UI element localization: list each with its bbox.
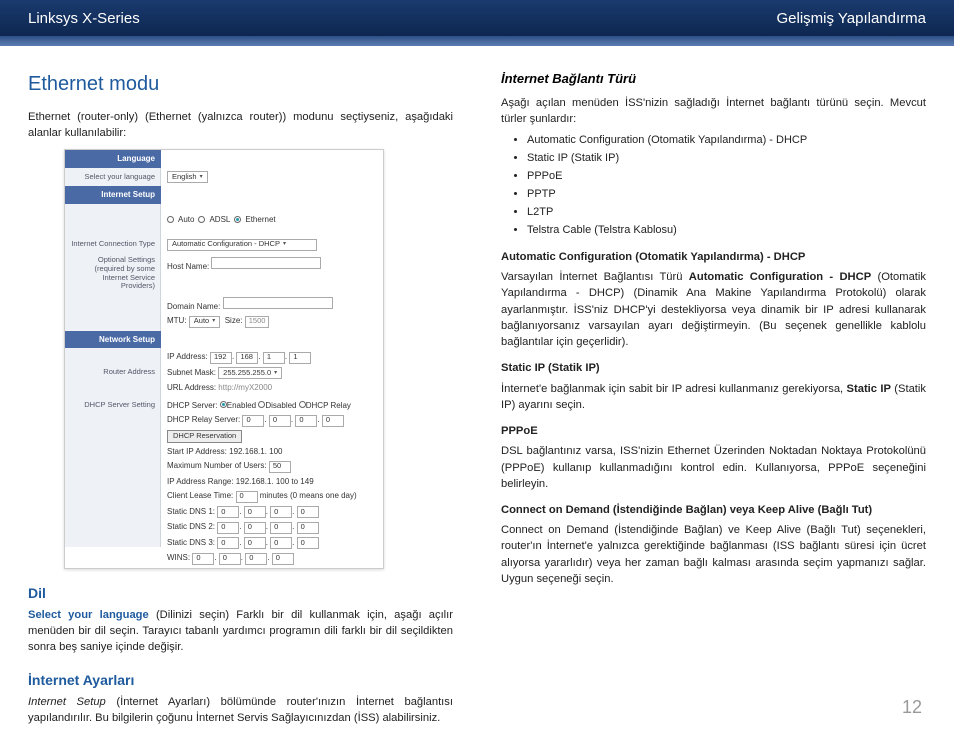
radio-adsl[interactable] [198, 216, 205, 223]
language-select[interactable]: English [167, 171, 208, 183]
cod-body: Connect on Demand (İstendiğinde Bağlan) … [501, 522, 926, 587]
domain-input[interactable] [223, 297, 333, 309]
radio-relay[interactable] [299, 401, 306, 408]
shot-netsetup-h: Network Setup [65, 331, 161, 349]
header-band [0, 36, 954, 46]
pppoe-h: PPPoE [501, 423, 926, 439]
wins-b[interactable]: 0 [219, 553, 241, 565]
dhcp-body: Varsayılan İnternet Bağlantısı Türü Auto… [501, 269, 926, 350]
ip-b[interactable]: 168 [236, 352, 258, 364]
right-intro: Aşağı açılan menüden İSS'nizin sağladığı… [501, 95, 926, 127]
list-item: Telstra Cable (Telstra Kablosu) [527, 223, 926, 239]
shot-lang-h: Language [65, 150, 161, 168]
shot-raddr: Router Address [65, 348, 161, 396]
shot-conn-type [65, 204, 161, 236]
mtu-select[interactable]: Auto [189, 316, 220, 328]
static-body: İnternet'e bağlanmak için sabit bir IP a… [501, 381, 926, 413]
dil-body: Select your language (Dilinizi seçin) Fa… [28, 607, 453, 656]
list-item: L2TP [527, 205, 926, 221]
dil-lead: Select your language [28, 609, 149, 621]
shot-ict-label: Internet Connection Type [65, 236, 161, 254]
static-h: Static IP (Statik IP) [501, 360, 926, 376]
net-lead: Internet Setup [28, 696, 106, 708]
dns3-b[interactable]: 0 [244, 537, 266, 549]
wins-d[interactable]: 0 [272, 553, 294, 565]
dns2-a[interactable]: 0 [217, 522, 239, 534]
dns2-b[interactable]: 0 [244, 522, 266, 534]
list-item: PPPoE [527, 169, 926, 185]
shot-sel-lang: Select your language [65, 168, 161, 186]
dil-heading: Dil [28, 583, 453, 603]
list-item: PPTP [527, 187, 926, 203]
dns1-d[interactable]: 0 [297, 506, 319, 518]
shot-opt: Optional Settings (required by some Inte… [65, 254, 161, 294]
content: Ethernet modu Ethernet (router-only) (Et… [0, 46, 954, 732]
list-item: Automatic Configuration (Otomatik Yapıla… [527, 133, 926, 149]
dns1-a[interactable]: 0 [217, 506, 239, 518]
conn-type-select[interactable]: Automatic Configuration - DHCP [167, 239, 317, 251]
ip-a[interactable]: 192 [210, 352, 232, 364]
wins-c[interactable]: 0 [245, 553, 267, 565]
page-header: Linksys X-Series Gelişmiş Yapılandırma [0, 0, 954, 36]
dns2-d[interactable]: 0 [297, 522, 319, 534]
dns3-d[interactable]: 0 [297, 537, 319, 549]
radio-auto[interactable] [167, 216, 174, 223]
page-number: 12 [902, 697, 922, 718]
intro-text: Ethernet (router-only) (Ethernet (yalnız… [28, 109, 453, 141]
lease-input[interactable]: 0 [236, 491, 258, 503]
dns3-c[interactable]: 0 [270, 537, 292, 549]
relay-c[interactable]: 0 [295, 415, 317, 427]
dhcp-h: Automatic Configuration (Otomatik Yapıla… [501, 249, 926, 265]
radio-ethernet[interactable] [234, 216, 241, 223]
bullet-list: Automatic Configuration (Otomatik Yapıla… [527, 133, 926, 239]
net-heading: İnternet Ayarları [28, 670, 453, 690]
ip-c[interactable]: 1 [263, 352, 285, 364]
shot-dhcp: DHCP Server Setting [65, 397, 161, 547]
cod-h: Connect on Demand (İstendiğinde Bağlan) … [501, 502, 926, 518]
host-input[interactable] [211, 257, 321, 269]
dns3-a[interactable]: 0 [217, 537, 239, 549]
relay-a[interactable]: 0 [242, 415, 264, 427]
net-body: Internet Setup (İnternet Ayarları) bölüm… [28, 694, 453, 726]
dns1-b[interactable]: 0 [244, 506, 266, 518]
pppoe-body: DSL bağlantınız varsa, ISS'nizin Etherne… [501, 443, 926, 492]
url-value: http://myX2000 [218, 383, 272, 392]
shot-net-h: Internet Setup [65, 186, 161, 204]
router-screenshot: Language Select your language English In… [64, 149, 384, 568]
ip-d[interactable]: 1 [289, 352, 311, 364]
size-input[interactable]: 1500 [245, 316, 270, 328]
section-title: Ethernet modu [28, 70, 453, 99]
relay-d[interactable]: 0 [322, 415, 344, 427]
max-users-input[interactable]: 50 [269, 461, 291, 473]
dns1-c[interactable]: 0 [270, 506, 292, 518]
dns2-c[interactable]: 0 [270, 522, 292, 534]
relay-b[interactable]: 0 [269, 415, 291, 427]
wins-a[interactable]: 0 [192, 553, 214, 565]
list-item: Static IP (Statik IP) [527, 151, 926, 167]
radio-enabled[interactable] [220, 401, 227, 408]
left-column: Ethernet modu Ethernet (router-only) (Et… [28, 70, 453, 732]
right-heading: İnternet Bağlantı Türü [501, 70, 926, 89]
right-column: İnternet Bağlantı Türü Aşağı açılan menü… [501, 70, 926, 732]
header-left: Linksys X-Series [28, 10, 140, 27]
header-right: Gelişmiş Yapılandırma [776, 10, 926, 27]
dhcp-reservation-button[interactable]: DHCP Reservation [167, 430, 242, 443]
mask-select[interactable]: 255.255.255.0 [218, 367, 282, 379]
